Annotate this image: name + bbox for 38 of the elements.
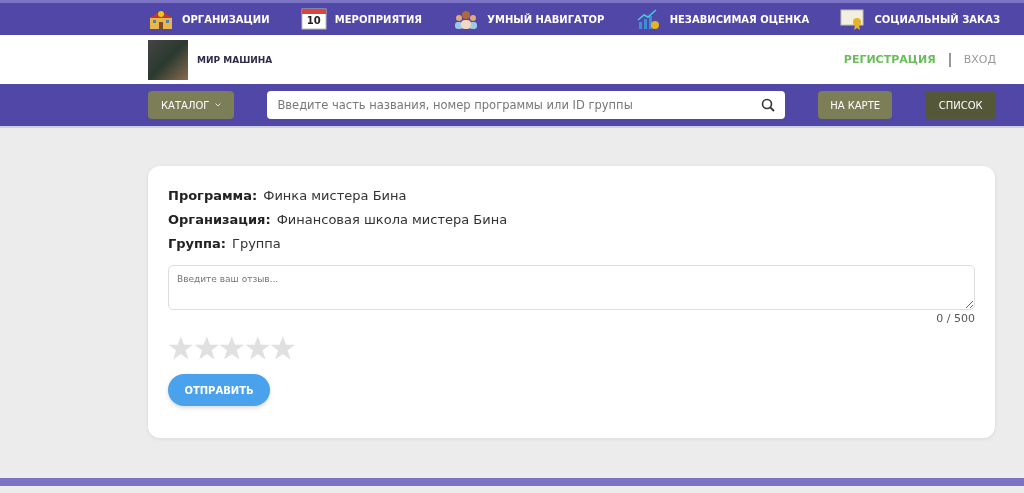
- nav-label: МЕРОПРИЯТИЯ: [334, 13, 423, 25]
- list-button[interactable]: СПИСОК: [925, 91, 996, 119]
- star-icon[interactable]: [270, 335, 296, 361]
- nav-label: НЕЗАВИСИМАЯ ОЦЕНКА: [669, 13, 810, 25]
- caret-icon: [215, 103, 222, 107]
- site-name: МИР МАШИНА: [197, 54, 273, 65]
- nav-label: ОРГАНИЗАЦИИ: [182, 13, 270, 25]
- field-value: Финансовая школа мистера Бина: [276, 212, 508, 227]
- nav-link[interactable]: УМНЫЙ НАВИГАТОР: [453, 8, 605, 30]
- field-label: Группа:: [168, 236, 226, 251]
- nav-label: УМНЫЙ НАВИГАТОР: [487, 13, 605, 25]
- field-value: Группа: [232, 236, 281, 251]
- star-icon[interactable]: [244, 335, 271, 361]
- school-building-icon: [148, 8, 174, 30]
- logo-photo-placeholder[interactable]: [148, 39, 188, 80]
- star-icon[interactable]: [219, 335, 245, 361]
- search-icon[interactable]: [760, 98, 775, 112]
- map-button[interactable]: НА КАРТЕ: [817, 91, 893, 119]
- nav-label: СОЦИАЛЬНЫЙ ЗАКАЗ: [874, 13, 1000, 25]
- growth-chart-icon: [635, 8, 662, 30]
- catalog-button[interactable]: КАТАЛОГ: [148, 91, 235, 119]
- field-label: Программа:: [168, 188, 258, 203]
- calendar-date: 10: [305, 15, 322, 26]
- character-counter: 0 / 500: [935, 312, 975, 325]
- star-icon[interactable]: [193, 335, 220, 361]
- search-field[interactable]: Введите часть названия, номер программы или ID группы: [267, 91, 785, 119]
- people-group-icon: [453, 8, 480, 30]
- field-label: Организация:: [168, 212, 271, 227]
- nav-link[interactable]: 10 МЕРОПРИЯТИЯ: [300, 8, 423, 30]
- certificate-icon: [840, 8, 867, 30]
- star-icon[interactable]: [168, 335, 194, 361]
- calendar-icon: [300, 8, 327, 30]
- nav-link[interactable]: НЕЗАВИСИМАЯ ОЦЕНКА: [635, 8, 810, 30]
- nav-link[interactable]: СОЦИАЛЬНЫЙ ЗАКАЗ: [840, 8, 1000, 30]
- nav-link[interactable]: ОРГАНИЗАЦИИ: [148, 8, 270, 30]
- review-field[interactable]: Введите ваш отзыв...: [168, 265, 975, 310]
- field-value: Финка мистера Бина: [263, 188, 407, 203]
- star-rating[interactable]: [168, 335, 296, 361]
